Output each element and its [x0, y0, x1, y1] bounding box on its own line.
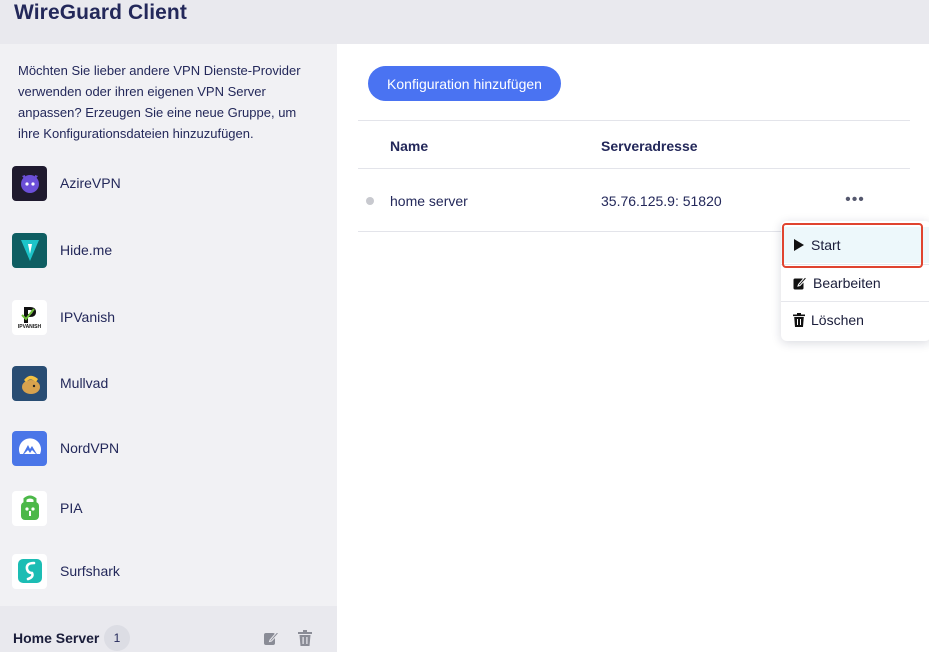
azirevpn-logo-icon: [12, 165, 47, 201]
nordvpn-logo-icon: [12, 430, 47, 466]
provider-item-ipvanish[interactable]: IPVANISH IPVanish: [12, 297, 322, 337]
group-name: Home Server: [13, 630, 100, 646]
group-count-badge: 1: [104, 625, 130, 651]
sidebar-intro-text: Möchten Sie lieber andere VPN Dienste-Pr…: [18, 63, 301, 141]
status-dot: [366, 197, 374, 205]
provider-label: PIA: [60, 500, 83, 516]
provider-item-azirevpn[interactable]: AzireVPN: [12, 163, 322, 203]
app-title: WireGuard Client: [14, 1, 187, 24]
main-panel: Konfiguration hinzufügen Name Serveradre…: [337, 44, 929, 652]
sidebar: Möchten Sie lieber andere VPN Dienste-Pr…: [0, 44, 337, 652]
edit-icon: [793, 276, 807, 290]
provider-item-surfshark[interactable]: Surfshark: [12, 551, 322, 591]
provider-label: AzireVPN: [60, 175, 121, 191]
menu-item-start[interactable]: Start: [781, 227, 929, 263]
group-footer[interactable]: Home Server 1: [0, 606, 337, 652]
divider: [358, 120, 910, 121]
title-bar: WireGuard Client: [0, 0, 929, 44]
ipvanish-logo-icon: IPVANISH: [12, 299, 47, 335]
play-icon: [794, 239, 804, 251]
menu-item-delete[interactable]: Löschen: [781, 302, 929, 338]
provider-item-mullvad[interactable]: Mullvad: [12, 363, 322, 403]
menu-item-label: Bearbeiten: [813, 275, 881, 291]
more-options-icon[interactable]: •••: [845, 188, 865, 212]
provider-item-nordvpn[interactable]: NordVPN: [12, 428, 322, 468]
provider-label: NordVPN: [60, 440, 120, 456]
add-configuration-button[interactable]: Konfiguration hinzufügen: [368, 66, 561, 101]
column-header-name[interactable]: Name: [390, 138, 428, 154]
row-name: home server: [390, 193, 468, 209]
menu-item-label: Löschen: [811, 312, 864, 328]
provider-item-pia[interactable]: PIA: [12, 488, 322, 528]
provider-label: IPVanish: [60, 309, 115, 325]
menu-item-label: Start: [811, 237, 841, 253]
provider-label: Hide.me: [60, 242, 113, 258]
provider-item-hideme[interactable]: Hide.me: [12, 230, 322, 270]
hideme-logo-icon: [12, 232, 47, 268]
provider-label: Surfshark: [60, 563, 120, 579]
column-header-address[interactable]: Serveradresse: [601, 138, 698, 154]
divider: [358, 168, 910, 169]
provider-label: Mullvad: [60, 375, 109, 391]
row-address: 35.76.125.9: 51820: [601, 193, 722, 209]
trash-icon[interactable]: [297, 630, 315, 648]
menu-item-edit[interactable]: Bearbeiten: [781, 265, 929, 301]
edit-icon[interactable]: [263, 630, 281, 648]
mullvad-logo-icon: [12, 365, 47, 401]
context-menu: Start Bearbeiten Löschen: [781, 221, 929, 341]
trash-icon: [793, 313, 805, 327]
pia-logo-icon: [12, 490, 47, 526]
surfshark-logo-icon: [12, 553, 47, 589]
